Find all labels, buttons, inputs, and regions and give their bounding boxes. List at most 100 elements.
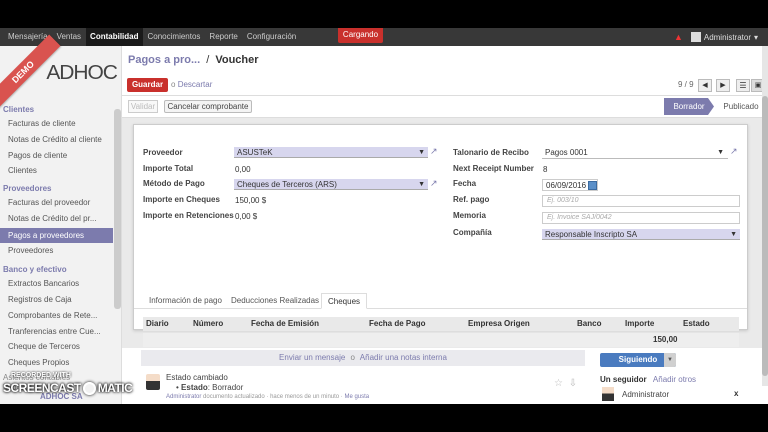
label-proveedor: Proveedor (143, 148, 183, 157)
user-area: ▲ Administrator ▾ (674, 28, 758, 46)
watermark-brand-left: SCREENCAST (3, 381, 81, 395)
menu-ventas[interactable]: Ventas (57, 28, 81, 46)
sidebar-item-extractos[interactable]: Extractos Bancarios (0, 276, 113, 291)
validate-button[interactable]: Validar (128, 100, 158, 113)
scrollbar-thumb[interactable] (762, 96, 768, 376)
col-fecha-pago[interactable]: Fecha de Pago (369, 317, 425, 331)
proveedor-value: ASUSTeK (237, 148, 273, 157)
label-metodo-pago: Método de Pago (143, 179, 205, 188)
save-button[interactable]: Guardar (127, 78, 168, 92)
next-receipt-value: 8 (543, 165, 548, 174)
list-view-icon[interactable]: ☰ (736, 79, 750, 92)
importe-cheques-value: 150,00 $ (235, 196, 267, 205)
watermark-logo-icon (82, 382, 96, 396)
like-link[interactable]: Me gusta (344, 394, 369, 400)
total-importe: 150,00 (653, 335, 678, 344)
menu-configuracion[interactable]: Configuración (247, 28, 296, 46)
importe-retenciones-value: 0,00 $ (235, 212, 258, 221)
discard-label[interactable]: Descartar (178, 80, 213, 89)
pager-prev-icon[interactable]: ◀ (698, 79, 712, 92)
user-menu[interactable]: Administrator (704, 33, 751, 42)
dropdown-icon[interactable]: ▼ (418, 179, 425, 190)
metodo-pago-field[interactable]: Cheques de Terceros (ARS) ▼ (234, 179, 428, 190)
label-compania: Compañía (453, 228, 492, 237)
ref-pago-input[interactable]: Ej. 003/10 (542, 195, 740, 207)
follower-name[interactable]: Administrator (622, 390, 669, 399)
dropdown-icon[interactable]: ▼ (730, 229, 737, 240)
sidebar-item-notas-credito-cliente[interactable]: Notas de Crédito al cliente (0, 132, 113, 147)
menu-contabilidad[interactable]: Contabilidad (86, 28, 143, 46)
col-numero[interactable]: Número (193, 317, 223, 331)
menu-conocimientos[interactable]: Conocimientos (148, 28, 201, 46)
sidebar-item-facturas-proveedor[interactable]: Facturas del proveedor (0, 195, 113, 210)
sidebar-item-transferencias[interactable]: Tranferencias entre Cue... (0, 324, 113, 339)
chevron-down-icon[interactable]: ▼ (664, 353, 676, 367)
sidebar: DEMO ADHOC Clientes Facturas de cliente … (0, 34, 122, 404)
followers-count: Un seguidor (600, 375, 647, 384)
external-link-icon[interactable]: ↗ (430, 178, 438, 189)
sidebar-item-proveedores[interactable]: Proveedores (0, 243, 113, 258)
follow-label: Siguiendo (618, 355, 658, 364)
send-message-link[interactable]: Enviar un mensaje (279, 353, 345, 362)
label-talonario: Talonario de Recibo (453, 148, 529, 157)
breadcrumb-current: Voucher (215, 54, 259, 66)
star-icon[interactable]: ☆ (554, 378, 563, 389)
col-diario[interactable]: Diario (146, 317, 169, 331)
col-empresa-origen[interactable]: Empresa Origen (468, 317, 530, 331)
archive-icon[interactable]: ⇩ (569, 378, 577, 389)
dropdown-icon[interactable]: ▼ (418, 147, 425, 158)
talonario-field[interactable]: Pagos 0001 ▼ (542, 147, 728, 159)
divider (122, 95, 768, 96)
message-meta: Administrator documento actualizado · ha… (166, 394, 370, 400)
label-importe-total: Importe Total (143, 164, 194, 173)
sidebar-item-registros-caja[interactable]: Registros de Caja (0, 292, 113, 307)
follow-button[interactable]: Siguiendo ▼ (600, 353, 676, 367)
sidebar-item-pagos-proveedores[interactable]: Pagos a proveedores (0, 228, 113, 243)
cancel-voucher-button[interactable]: Cancelar comprobante (164, 100, 252, 113)
company-logo[interactable]: ADHOC (46, 62, 118, 85)
pager-next-icon[interactable]: ▶ (716, 79, 730, 92)
warning-icon[interactable]: ▲ (674, 32, 683, 42)
tab-informacion-pago[interactable]: Información de pago (149, 293, 222, 309)
discard-link[interactable]: o Descartar (171, 78, 212, 92)
col-importe[interactable]: Importe (625, 317, 654, 331)
sidebar-item-cheques-propios[interactable]: Cheques Propios (0, 355, 113, 370)
sidebar-item-notas-credito-proveedor[interactable]: Notas de Crédito del pr... (0, 211, 113, 226)
status-posted[interactable]: Publicado (716, 98, 766, 115)
loading-indicator: Cargando (338, 28, 383, 43)
dropdown-icon[interactable]: ▼ (717, 147, 724, 159)
follower-avatar (602, 387, 614, 401)
tab-deducciones[interactable]: Deducciones Realizadas (231, 293, 319, 309)
label-next-receipt: Next Receipt Number (453, 164, 534, 173)
col-estado[interactable]: Estado (683, 317, 710, 331)
external-link-icon[interactable]: ↗ (730, 146, 738, 157)
sidebar-item-cheque-terceros[interactable]: Cheque de Terceros (0, 339, 113, 354)
add-note-link[interactable]: Añadir una notas interna (360, 353, 447, 362)
proveedor-field[interactable]: ASUSTeK ▼ (234, 147, 428, 158)
sidebar-item-clientes[interactable]: Clientes (0, 163, 113, 178)
message-title: Estado cambiado (166, 373, 228, 382)
sidebar-scrollbar[interactable] (114, 109, 121, 309)
status-draft[interactable]: Borrador (664, 98, 714, 115)
external-link-icon[interactable]: ↗ (430, 146, 438, 157)
compania-field[interactable]: Responsable Inscripto SA ▼ (542, 229, 740, 240)
add-followers-link[interactable]: Añadir otros (653, 375, 696, 384)
sidebar-item-pagos-cliente[interactable]: Pagos de cliente (0, 148, 113, 163)
main-scrollbar[interactable] (762, 46, 768, 386)
message-time: hace menos de un minuto (270, 394, 340, 400)
breadcrumb-parent[interactable]: Pagos a pro... (128, 54, 200, 66)
section-banco: Banco y efectivo (3, 265, 67, 274)
remove-follower-icon[interactable]: x (734, 389, 738, 398)
menu-reporte[interactable]: Reporte (209, 28, 237, 46)
sidebar-item-comprobantes-retencion[interactable]: Comprobantes de Rete... (0, 308, 113, 323)
message-author-link[interactable]: Administrator (166, 394, 201, 400)
tab-cheques[interactable]: Cheques (321, 293, 368, 309)
user-avatar (690, 32, 701, 42)
calendar-icon[interactable] (588, 181, 597, 190)
sidebar-item-facturas-cliente[interactable]: Facturas de cliente (0, 116, 113, 131)
message-detail: • Estado: Borrador (176, 383, 244, 392)
message-field: Estado (181, 383, 208, 392)
memoria-input[interactable]: Ej. Invoice SAJ/0042 (542, 212, 740, 224)
col-fecha-emision[interactable]: Fecha de Emisión (251, 317, 319, 331)
col-banco[interactable]: Banco (577, 317, 601, 331)
